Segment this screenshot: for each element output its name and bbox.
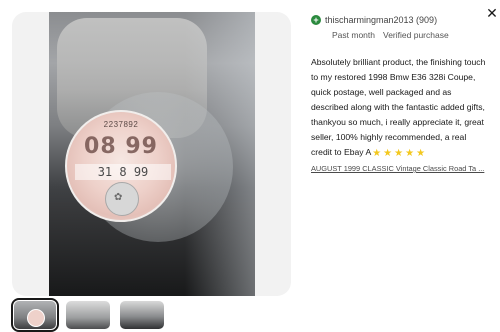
review-text-block: Absolutely brilliant product, the finish… <box>311 55 489 160</box>
review-meta: Past month Verified purchase <box>332 30 489 40</box>
review-panel: + thischarmingman2013 (909) Past month V… <box>311 12 489 173</box>
thumbnail-1[interactable] <box>11 298 59 332</box>
thumbnail-strip <box>11 298 164 332</box>
review-text: Absolutely brilliant product, the finish… <box>311 57 486 157</box>
review-period: Past month <box>332 30 375 40</box>
thumbnail-disc <box>27 309 45 327</box>
disc-code: 08 99 <box>84 134 158 159</box>
star-icon: ★ <box>394 148 404 159</box>
item-link[interactable]: AUGUST 1999 CLASSIC Vintage Classic Road… <box>311 164 489 173</box>
thumbnail-2[interactable] <box>66 301 110 329</box>
star-icon: ★ <box>383 148 393 159</box>
plus-circle-icon: + <box>311 15 321 25</box>
star-rating: ★ ★ ★ ★ ★ <box>372 149 425 159</box>
review-photo-panel: 2237892 08 99 31 8 99 ✿ <box>12 12 291 296</box>
close-icon[interactable]: ✕ <box>485 6 499 20</box>
tax-disc: 2237892 08 99 31 8 99 ✿ <box>65 110 177 222</box>
star-icon: ★ <box>416 148 426 159</box>
disc-date: 31 8 99 <box>75 164 171 180</box>
verified-purchase: Verified purchase <box>383 30 449 40</box>
crest-icon: ✿ <box>114 192 123 203</box>
disc-serial: 2237892 <box>103 120 139 129</box>
reviewer-name[interactable]: thischarmingman2013 (909) <box>325 15 437 25</box>
reviewer-row: + thischarmingman2013 (909) <box>311 12 489 28</box>
thumbnail-3[interactable] <box>120 301 164 329</box>
star-icon: ★ <box>372 148 382 159</box>
star-icon: ★ <box>405 148 415 159</box>
